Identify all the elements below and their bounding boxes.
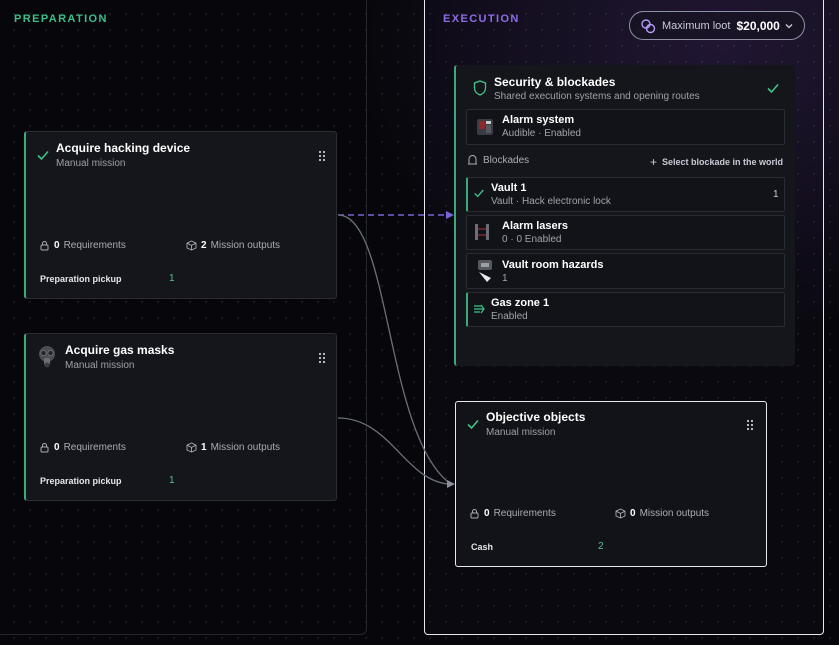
blockades-label: Blockades [483, 155, 530, 166]
vault-title: Vault 1 [491, 182, 527, 194]
gas-mask-icon [39, 346, 55, 368]
vault-count: 1 [773, 189, 779, 200]
check-icon [37, 150, 49, 161]
alarm-subtitle: Audible · Enabled [502, 128, 581, 139]
alarm-panel-icon [477, 119, 493, 135]
requirements-count: 0 [484, 508, 490, 519]
card-title: Acquire hacking device [56, 141, 191, 155]
dashed-link-arrow [446, 211, 454, 219]
select-blockade-button[interactable]: + Select blockade in the world [650, 155, 783, 169]
requirements-label: Requirements [63, 240, 126, 251]
pickup-label: Preparation pickup [40, 476, 122, 486]
security-title: Security & blockades [494, 75, 616, 89]
security-subtitle: Shared execution systems and opening rou… [494, 91, 700, 102]
hazard-icon [478, 260, 492, 282]
lock-icon [40, 241, 49, 251]
card-subtitle: Manual mission [56, 158, 126, 169]
requirements-stat: 0 Requirements [39, 240, 126, 251]
drag-handle-icon[interactable] [318, 352, 326, 364]
lock-icon [470, 509, 479, 519]
check-icon [467, 419, 479, 430]
card-title: Acquire gas masks [65, 343, 175, 357]
box-icon [186, 240, 197, 251]
outputs-label: Mission outputs [210, 240, 281, 251]
blockades-header: Blockades [467, 155, 529, 166]
vault-subtitle: Vault · Hack electronic lock [491, 196, 611, 207]
card-subtitle: Manual mission [65, 360, 135, 371]
card-title: Objective objects [486, 410, 586, 424]
check-icon [767, 83, 779, 94]
wire-arrow [447, 480, 455, 488]
hazards-subtitle: 1 [502, 273, 508, 284]
requirements-label: Requirements [63, 442, 126, 453]
select-blockade-label: Select blockade in the world [662, 157, 784, 167]
requirements-count: 0 [54, 442, 60, 453]
laser-icon [475, 224, 489, 240]
barrier-icon [468, 155, 477, 165]
requirements-stat: 0 Requirements [469, 508, 556, 519]
wire-gasmask-to-objective [337, 417, 449, 485]
box-icon [615, 508, 626, 519]
requirements-label: Requirements [493, 508, 556, 519]
lasers-subtitle: 0 · 0 Enabled [502, 234, 562, 245]
outputs-stat: 0 Mission outputs [615, 508, 709, 519]
pickup-count: 1 [169, 273, 175, 284]
drag-handle-icon[interactable] [318, 150, 326, 162]
outputs-stat: 1 Mission outputs [186, 442, 280, 453]
outputs-count: 1 [201, 442, 207, 453]
lock-icon [40, 443, 49, 453]
outputs-label: Mission outputs [639, 508, 710, 519]
card-subtitle: Manual mission [486, 427, 556, 438]
plus-icon: + [650, 155, 658, 169]
wire-hacking-to-objective [337, 214, 449, 483]
pickup-count: 1 [169, 475, 175, 486]
mission-card-gas-masks[interactable]: Acquire gas masks Manual mission 0 Requi… [24, 333, 337, 501]
box-icon [186, 442, 197, 453]
lasers-title: Alarm lasers [502, 220, 569, 232]
hazards-title: Vault room hazards [502, 259, 604, 271]
outputs-stat: 2 Mission outputs [186, 240, 280, 251]
shield-icon [473, 80, 487, 96]
mission-card-hacking-device[interactable]: Acquire hacking device Manual mission 0 … [24, 131, 337, 299]
gas-zone-subtitle: Enabled [491, 311, 528, 322]
requirements-stat: 0 Requirements [39, 442, 126, 453]
pickup-label: Preparation pickup [40, 274, 122, 284]
mission-card-objective-objects[interactable]: Objective objects Manual mission 0 Requi… [455, 401, 767, 567]
gas-zone-title: Gas zone 1 [491, 297, 550, 309]
requirements-count: 0 [54, 240, 60, 251]
gas-zone-icon [474, 304, 485, 314]
pickup-label: Cash [471, 542, 494, 552]
outputs-count: 2 [201, 240, 207, 251]
outputs-label: Mission outputs [210, 442, 281, 453]
outputs-count: 0 [630, 508, 636, 519]
check-icon [474, 189, 484, 198]
pickup-count: 2 [598, 541, 604, 552]
alarm-title: Alarm system [502, 114, 575, 126]
drag-handle-icon[interactable] [746, 419, 754, 431]
